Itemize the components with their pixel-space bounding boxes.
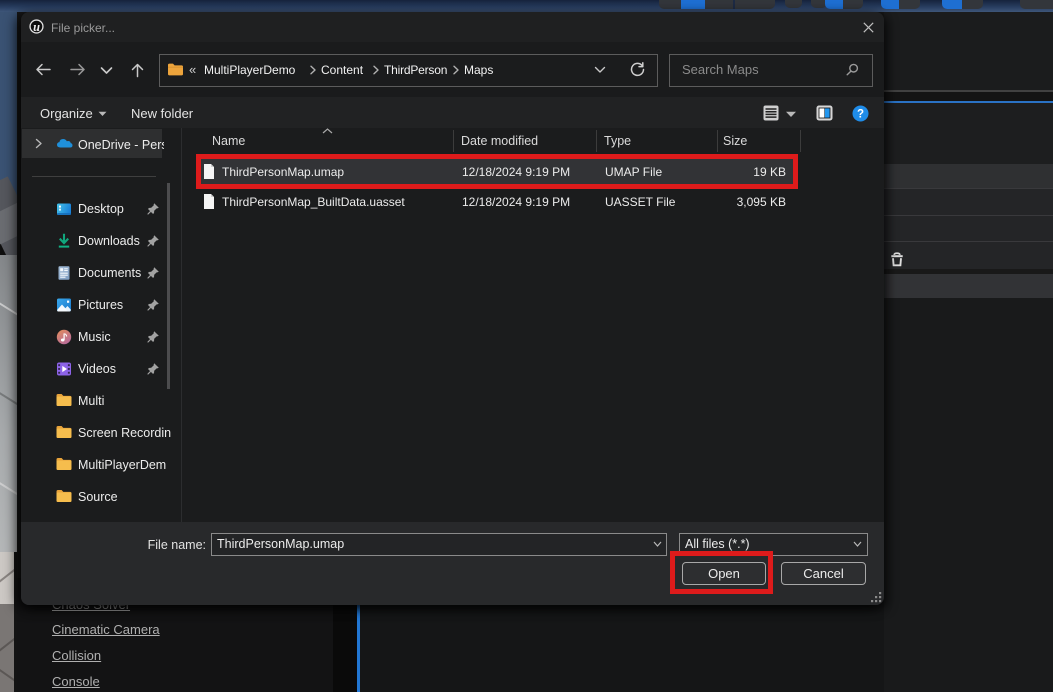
svg-text:u: u — [33, 20, 40, 34]
svg-text:?: ? — [857, 109, 864, 121]
